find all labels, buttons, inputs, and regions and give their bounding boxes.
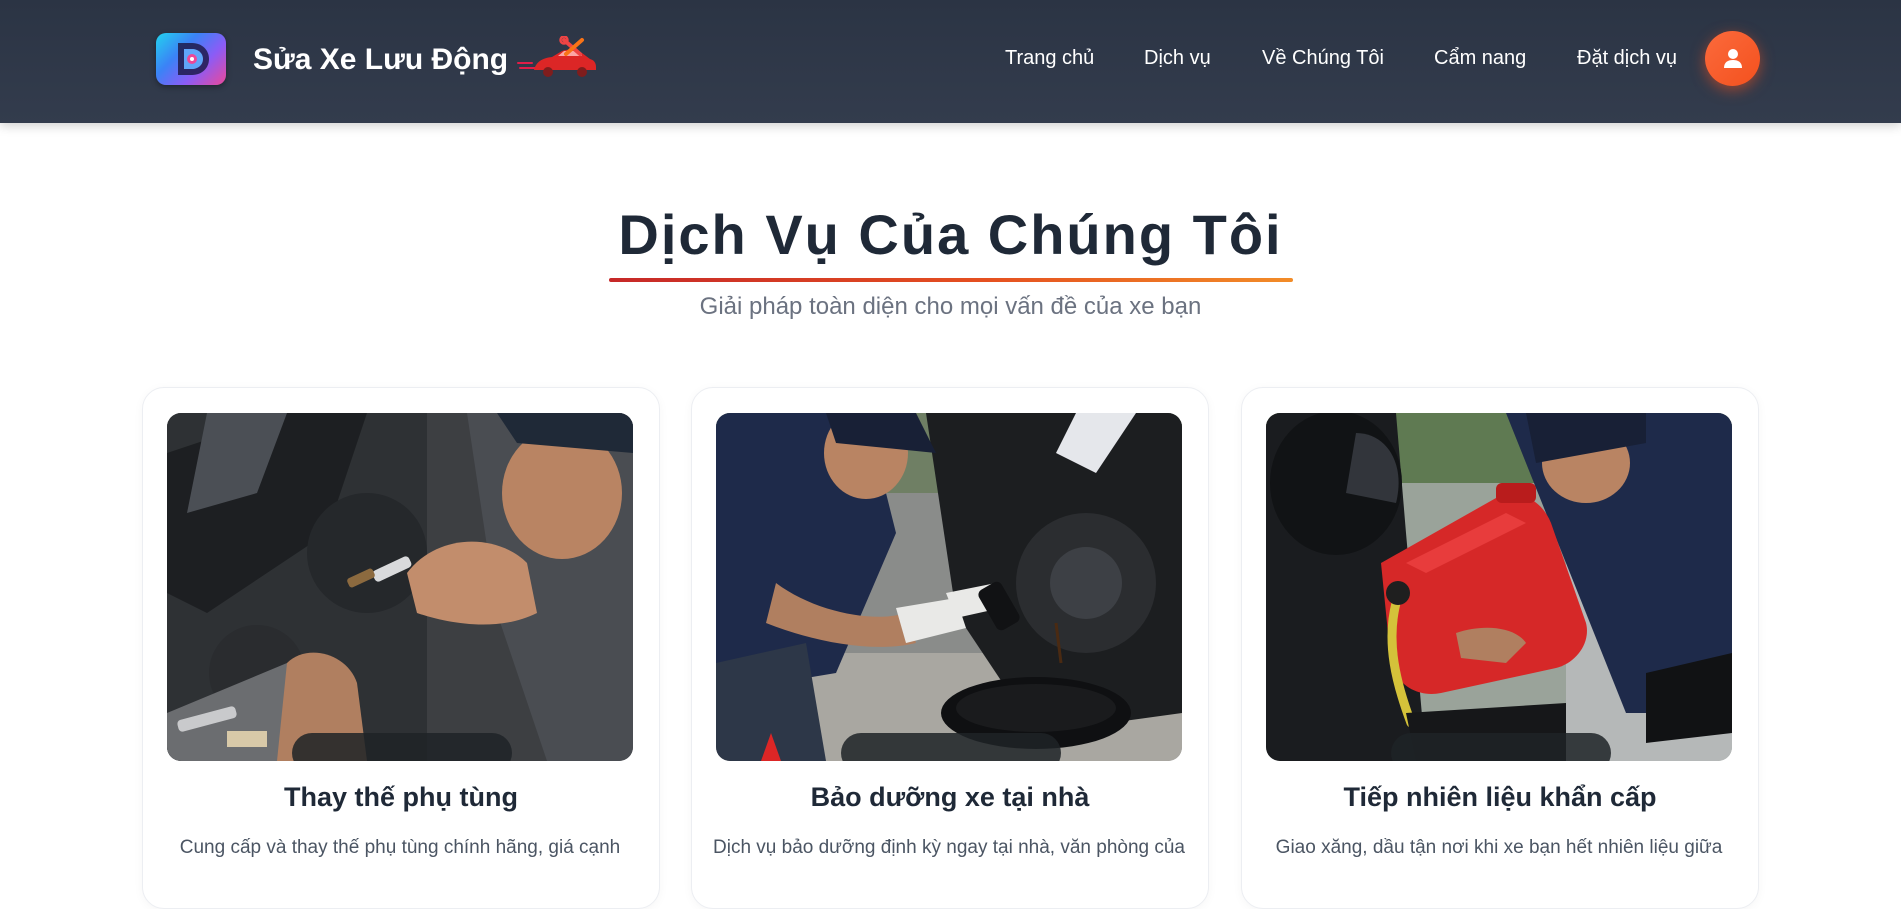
- service-card-parts[interactable]: Thay thế phụ tùng: [142, 387, 660, 909]
- card-title: Bảo dưỡng xe tại nhà: [810, 782, 1090, 812]
- card-description: Cung cấp và thay thế phụ tùng chính hãng…: [179, 837, 621, 858]
- title-underline: [609, 278, 1293, 282]
- nav-link-handbook[interactable]: Cẩm nang: [1434, 0, 1526, 116]
- nav-link-services[interactable]: Dịch vụ: [1144, 0, 1211, 116]
- nav-link-book-service[interactable]: Đặt dịch vụ: [1577, 0, 1677, 116]
- nav-link-about[interactable]: Về Chúng Tôi: [1262, 0, 1384, 116]
- section-title: Dịch Vụ Của Chúng Tôi: [618, 203, 1283, 266]
- red-car-wrench-icon: [516, 35, 600, 85]
- card-title: Tiếp nhiên liệu khẩn cấp: [1343, 782, 1657, 812]
- card-description: Dịch vụ bảo dưỡng định kỳ ngay tại nhà, …: [713, 837, 1185, 858]
- user-account-button[interactable]: [1705, 31, 1760, 86]
- service-card-emergency-fuel[interactable]: Tiếp nhiên liệu khẩn cấp: [1241, 387, 1759, 909]
- app-logo-icon[interactable]: [156, 33, 226, 85]
- service-image-fuel-delivery: [1266, 413, 1732, 761]
- user-icon: [1724, 49, 1742, 68]
- service-image-oil-change: [716, 413, 1182, 761]
- card-title: Thay thế phụ tùng: [284, 782, 518, 812]
- nav-link-home[interactable]: Trang chủ: [1005, 0, 1094, 116]
- service-card-home-maintenance[interactable]: Bảo dưỡng xe tại nhà: [691, 387, 1209, 909]
- section-subtitle: Giải pháp toàn diện cho mọi vấn đề của x…: [699, 293, 1202, 320]
- brand-name[interactable]: Sửa Xe Lưu Động: [253, 40, 508, 80]
- service-image-spark-plug: [167, 413, 633, 761]
- card-description: Giao xăng, dầu tận nơi khi xe bạn hết nh…: [1275, 837, 1723, 858]
- site-header: Sửa Xe Lưu Động Trang chủ Dịch vụ Về Chú…: [0, 0, 1901, 123]
